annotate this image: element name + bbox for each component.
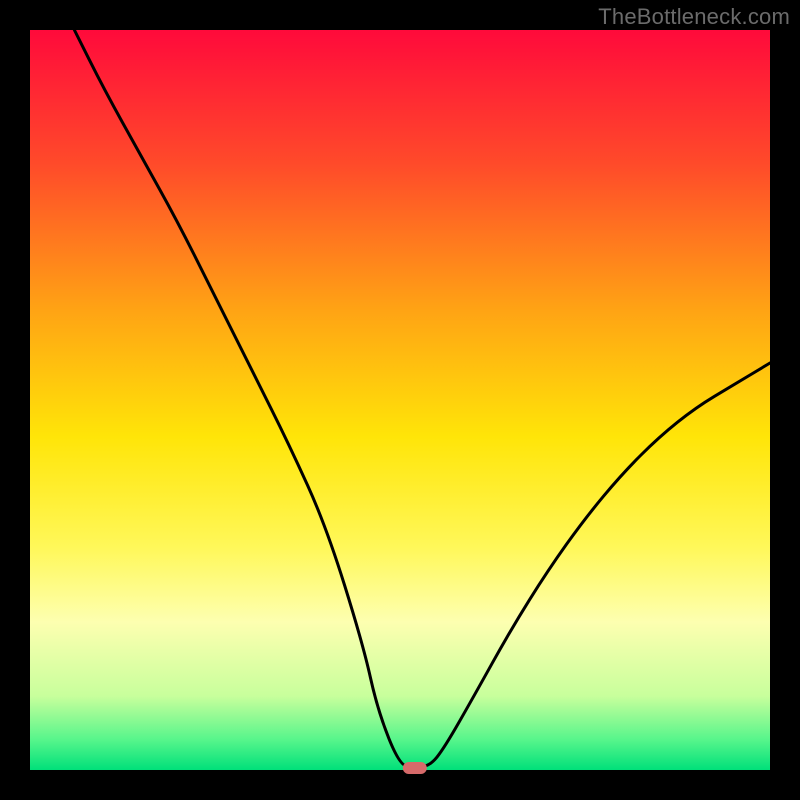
- plot-area: [30, 30, 770, 770]
- optimal-marker: [403, 762, 427, 774]
- chart-canvas: [0, 0, 800, 800]
- attribution-label: TheBottleneck.com: [598, 4, 790, 30]
- bottleneck-chart: TheBottleneck.com: [0, 0, 800, 800]
